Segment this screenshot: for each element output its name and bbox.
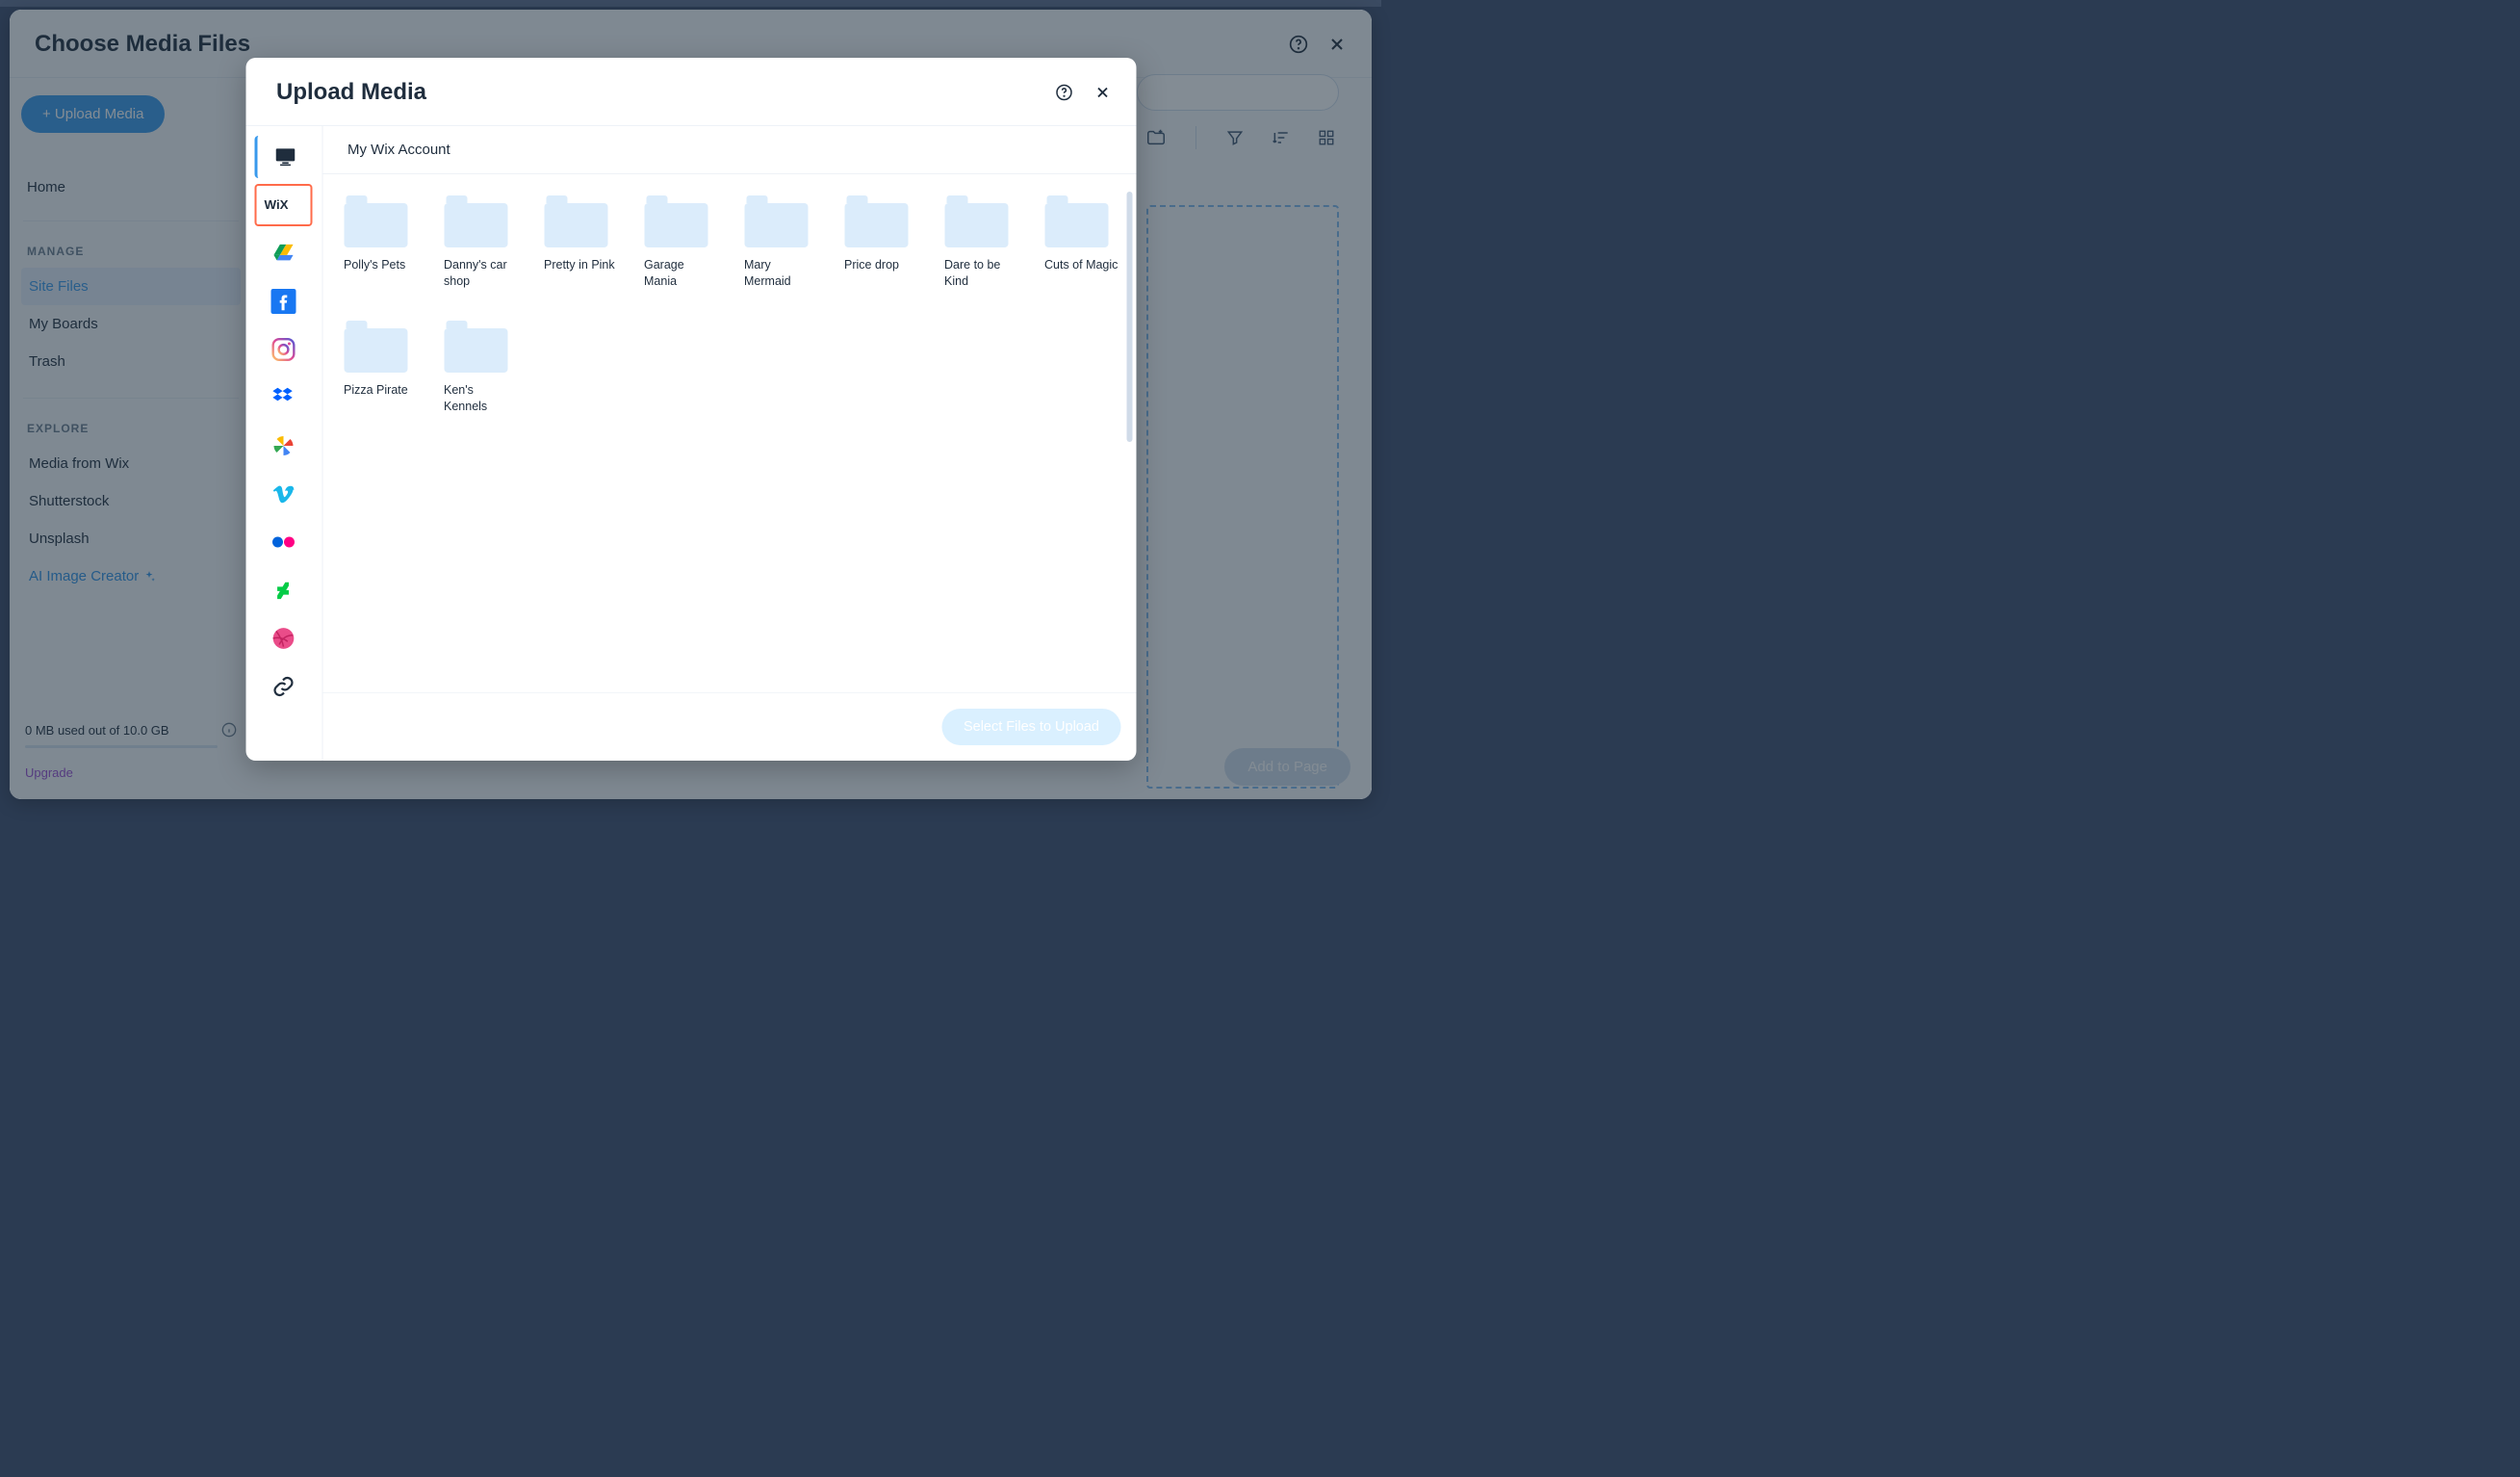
folder-label: Polly's Pets — [344, 257, 419, 273]
folder-label: Pizza Pirate — [344, 382, 419, 399]
inner-header: Upload Media — [245, 58, 1136, 125]
folder-icon — [346, 321, 367, 328]
choose-media-modal: Choose Media Files + Upload Media Home M… — [10, 10, 1372, 799]
inner-modal-title: Upload Media — [276, 79, 426, 106]
source-url[interactable] — [255, 665, 313, 708]
help-icon[interactable] — [1055, 84, 1072, 101]
folder-icon — [644, 203, 707, 247]
source-sidebar: WiX — [245, 126, 322, 761]
vimeo-icon — [271, 482, 296, 505]
gdrive-icon — [272, 243, 296, 264]
folder-label: Garage Mania — [644, 257, 719, 290]
gphotos-icon — [272, 434, 296, 457]
folder-item[interactable]: Price drop — [844, 195, 912, 290]
folder-label: Price drop — [844, 257, 919, 273]
folder-icon — [746, 195, 767, 203]
folder-item[interactable]: Pretty in Pink — [544, 195, 611, 290]
flickr-icon — [271, 535, 296, 549]
folder-item[interactable]: Polly's Pets — [344, 195, 411, 290]
instagram-icon — [271, 337, 296, 362]
computer-icon — [272, 144, 297, 169]
folder-icon — [444, 328, 507, 373]
folder-item[interactable]: Pizza Pirate — [344, 321, 411, 415]
folder-label: Cuts of Magic — [1044, 257, 1119, 273]
folder-icon — [446, 195, 467, 203]
dribbble-icon — [271, 626, 296, 651]
folder-label: Mary Mermaid — [744, 257, 819, 290]
folder-icon — [546, 195, 567, 203]
deviantart-icon — [273, 578, 295, 603]
source-instagram[interactable] — [255, 328, 313, 371]
close-icon[interactable] — [1093, 84, 1111, 101]
source-dropbox[interactable] — [255, 376, 313, 419]
folder-icon — [846, 195, 867, 203]
facebook-icon — [271, 289, 296, 314]
folder-icon — [944, 203, 1008, 247]
folder-label: Ken's Kennels — [444, 382, 519, 415]
folder-icon — [1044, 203, 1108, 247]
upload-media-modal: Upload Media WiX My Wix Account Polly's … — [245, 58, 1136, 761]
select-files-to-upload-button[interactable]: Select Files to Upload — [942, 709, 1120, 745]
folder-icon — [844, 203, 908, 247]
folder-icon — [544, 203, 607, 247]
wix-icon: WiX — [265, 196, 303, 214]
inner-header-actions — [1055, 84, 1111, 101]
folder-item[interactable]: Ken's Kennels — [444, 321, 511, 415]
scrollbar[interactable] — [1126, 192, 1132, 442]
source-wix[interactable]: WiX — [255, 184, 313, 226]
app-topbar — [0, 0, 1381, 7]
folder-label: Dare to be Kind — [944, 257, 1019, 290]
folder-icon — [744, 203, 808, 247]
folder-icon — [344, 328, 407, 373]
dropbox-icon — [271, 386, 296, 409]
folder-icon — [946, 195, 967, 203]
folder-icon — [646, 195, 667, 203]
url-icon — [272, 675, 296, 698]
source-computer[interactable] — [255, 136, 313, 178]
source-dribbble[interactable] — [255, 617, 313, 660]
inner-footer: Select Files to Upload — [322, 692, 1136, 761]
folder-label: Pretty in Pink — [544, 257, 619, 273]
source-gphotos[interactable] — [255, 425, 313, 467]
folder-item[interactable]: Dare to be Kind — [944, 195, 1012, 290]
folder-item[interactable]: Mary Mermaid — [744, 195, 811, 290]
folders-grid: Polly's Pets Danny's car shop Pretty in Pi… — [322, 174, 1136, 692]
breadcrumb[interactable]: My Wix Account — [322, 126, 1136, 174]
folder-label: Danny's car shop — [444, 257, 519, 290]
source-facebook[interactable] — [255, 280, 313, 323]
svg-text:WiX: WiX — [265, 197, 289, 212]
folder-item[interactable]: Cuts of Magic — [1044, 195, 1112, 290]
folder-icon — [1046, 195, 1067, 203]
folder-icon — [446, 321, 467, 328]
source-vimeo[interactable] — [255, 473, 313, 515]
folder-icon — [444, 203, 507, 247]
folder-item[interactable]: Garage Mania — [644, 195, 711, 290]
source-gdrive[interactable] — [255, 232, 313, 274]
source-flickr[interactable] — [255, 521, 313, 563]
folder-icon — [346, 195, 367, 203]
source-deviantart[interactable] — [255, 569, 313, 611]
folder-item[interactable]: Danny's car shop — [444, 195, 511, 290]
folder-icon — [344, 203, 407, 247]
